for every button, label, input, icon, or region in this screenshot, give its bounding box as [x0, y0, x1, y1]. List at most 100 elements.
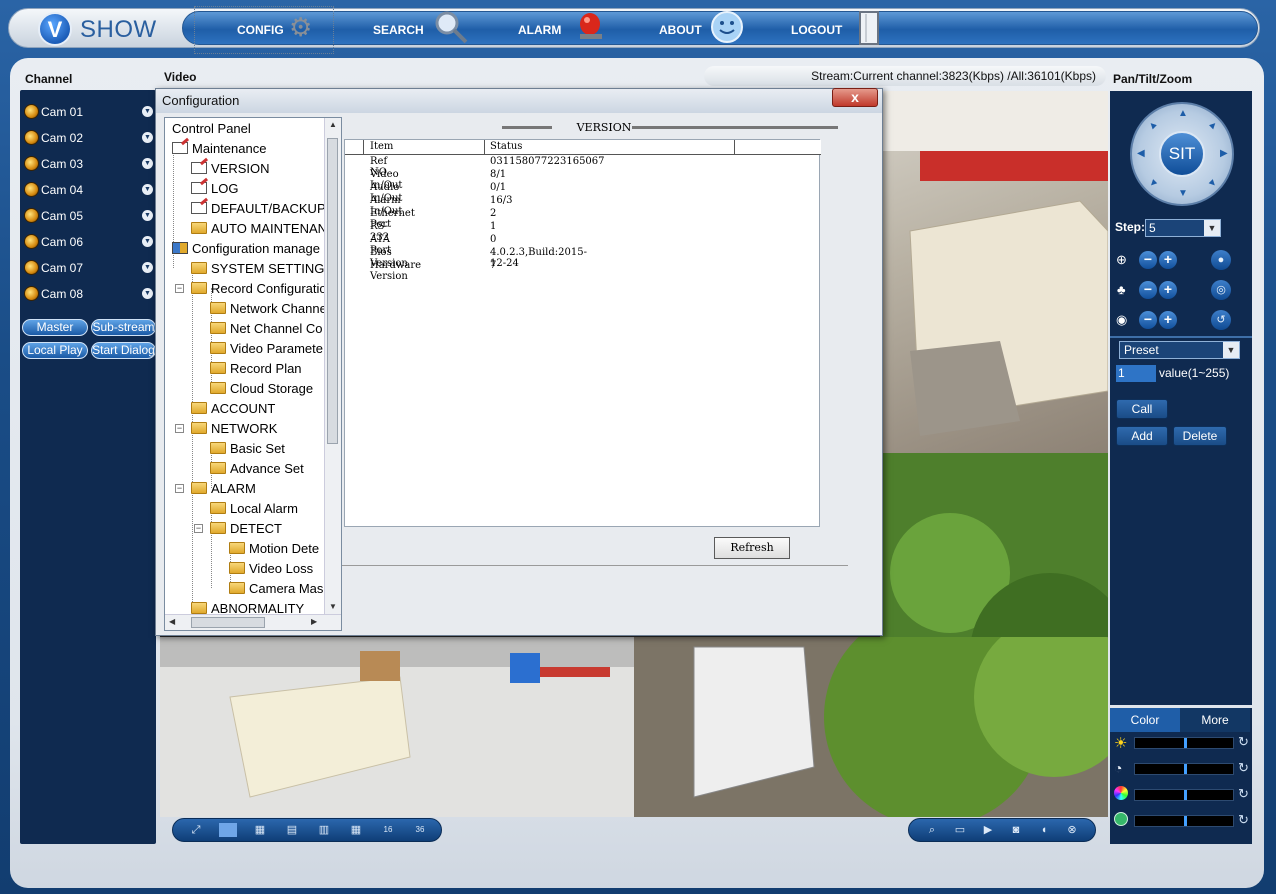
tree-item[interactable]: LOG	[191, 179, 238, 199]
collapse-icon[interactable]: −	[175, 284, 184, 293]
column-item[interactable]: Item	[370, 141, 393, 152]
arrow-left-icon[interactable]: ◀	[1137, 148, 1145, 159]
ptz-direction-pad[interactable]: ▲ ▼ ◀ ▶ ▲ ▲ ▼ ▼ SIT	[1130, 102, 1234, 206]
close-all-icon[interactable]: ⊗	[1063, 823, 1081, 837]
tree-item[interactable]: Record Configuratio	[191, 279, 327, 299]
chevron-down-icon[interactable]: ▼	[142, 236, 153, 247]
camera-item[interactable]: Cam 04 ▼	[22, 180, 154, 200]
arrow-up-left-icon[interactable]: ▲	[1146, 118, 1161, 133]
gears-icon[interactable]: ⚙	[289, 12, 312, 42]
nav-alarm[interactable]: ALARM	[518, 23, 561, 37]
saturation-slider[interactable]	[1134, 789, 1234, 801]
arrow-up-right-icon[interactable]: ▲	[1206, 118, 1221, 133]
camera-item[interactable]: Cam 05 ▼	[22, 206, 154, 226]
tree-item[interactable]: Video Loss	[229, 559, 313, 579]
layout-36-icon[interactable]: 36	[411, 823, 429, 837]
tree-item[interactable]: DETECT	[210, 519, 282, 539]
scroll-thumb[interactable]	[191, 617, 265, 628]
tree-item[interactable]: Net Channel Co	[210, 319, 323, 339]
tree-item[interactable]: Camera Mas	[229, 579, 323, 599]
chevron-down-icon[interactable]: ▼	[1204, 220, 1220, 236]
tree-item[interactable]: NETWORK	[191, 419, 277, 439]
tree-vertical-scrollbar[interactable]: ▲ ▼	[324, 118, 341, 614]
camera-item[interactable]: Cam 07 ▼	[22, 258, 154, 278]
tree-item[interactable]: Cloud Storage	[210, 379, 313, 399]
chevron-down-icon[interactable]: ▼	[1223, 342, 1239, 358]
arrow-down-icon[interactable]: ▼	[1178, 188, 1188, 199]
refresh-button[interactable]: Refresh	[714, 537, 790, 559]
layout-6-icon[interactable]: ▤	[283, 823, 301, 837]
layout-9-icon[interactable]: ▦	[347, 823, 365, 837]
tree-item[interactable]: Maintenance	[172, 139, 266, 159]
door-icon[interactable]	[856, 10, 884, 52]
scroll-left-icon[interactable]: ◀	[169, 617, 175, 626]
tree-item[interactable]: Record Plan	[210, 359, 302, 379]
tree-item[interactable]: Video Paramete	[210, 339, 323, 359]
column-status[interactable]: Status	[490, 141, 522, 152]
arrow-right-icon[interactable]: ▶	[1220, 148, 1228, 159]
start-dialog-button[interactable]: Start Dialog	[91, 342, 156, 359]
preset-delete-button[interactable]: Delete	[1173, 426, 1227, 446]
scroll-right-icon[interactable]: ▶	[311, 617, 317, 626]
zoom-view-icon[interactable]: ⌕	[923, 823, 941, 837]
preset-add-button[interactable]: Add	[1116, 426, 1168, 446]
brightness-slider[interactable]	[1134, 737, 1234, 749]
local-play-button[interactable]: Local Play	[22, 342, 88, 359]
preset-value-input[interactable]: 1	[1116, 365, 1156, 382]
window-icon[interactable]: ▭	[951, 823, 969, 837]
hue-slider[interactable]	[1134, 815, 1234, 827]
close-button[interactable]: x	[832, 88, 878, 107]
tab-color[interactable]: Color	[1110, 708, 1180, 732]
rotate-icon[interactable]: ↺	[1211, 310, 1231, 330]
chevron-down-icon[interactable]: ▼	[142, 262, 153, 273]
tree-horizontal-scrollbar[interactable]: ◀ ▶	[165, 614, 341, 630]
tree-item[interactable]: AUTO MAINTENAN	[191, 219, 327, 239]
camera-item[interactable]: Cam 02 ▼	[22, 128, 154, 148]
tree-item[interactable]: Local Alarm	[210, 499, 298, 519]
camera-item[interactable]: Cam 03 ▼	[22, 154, 154, 174]
contrast-slider[interactable]	[1134, 763, 1234, 775]
step-select[interactable]: 5 ▼	[1145, 219, 1221, 237]
audio-icon[interactable]: ◖	[1035, 823, 1053, 837]
sub-stream-button[interactable]: Sub-stream	[91, 319, 156, 336]
collapse-icon[interactable]: −	[175, 484, 184, 493]
collapse-icon[interactable]: −	[175, 424, 184, 433]
focus-minus-button[interactable]: −	[1139, 281, 1157, 299]
preset-call-button[interactable]: Call	[1116, 399, 1168, 419]
slider-thumb[interactable]	[1184, 764, 1187, 774]
layout-4-icon[interactable]: ▦	[251, 823, 269, 837]
reset-icon[interactable]: ↻	[1238, 786, 1249, 802]
collapse-icon[interactable]: −	[194, 524, 203, 533]
chevron-down-icon[interactable]: ▼	[142, 132, 153, 143]
tree-item[interactable]: ACCOUNT	[191, 399, 275, 419]
chevron-down-icon[interactable]: ▼	[142, 158, 153, 169]
tree-item[interactable]: VERSION	[191, 159, 270, 179]
reset-icon[interactable]: ↻	[1238, 734, 1249, 750]
chevron-down-icon[interactable]: ▼	[142, 106, 153, 117]
slider-thumb[interactable]	[1184, 790, 1187, 800]
tree-item[interactable]: ALARM	[191, 479, 256, 499]
iris-plus-button[interactable]: +	[1159, 311, 1177, 329]
focus-plus-button[interactable]: +	[1159, 281, 1177, 299]
fullscreen-icon[interactable]: ⤢	[187, 823, 205, 837]
arrow-down-left-icon[interactable]: ▼	[1146, 176, 1161, 191]
camera-item[interactable]: Cam 06 ▼	[22, 232, 154, 252]
slider-thumb[interactable]	[1184, 738, 1187, 748]
chevron-down-icon[interactable]: ▼	[142, 210, 153, 221]
camera-item[interactable]: Cam 08 ▼	[22, 284, 154, 304]
layout-16-icon[interactable]: 16	[379, 823, 397, 837]
snapshot-icon[interactable]: ◙	[1007, 823, 1025, 837]
scroll-down-icon[interactable]: ▼	[329, 602, 337, 611]
nav-config[interactable]: CONFIG	[237, 23, 284, 37]
light-icon[interactable]: ●	[1211, 250, 1231, 270]
wiper-icon[interactable]: ◎	[1211, 280, 1231, 300]
video-tile[interactable]	[634, 637, 1108, 817]
tree-item[interactable]: DEFAULT/BACKUP	[191, 199, 326, 219]
zoom-in-button[interactable]: +	[1159, 251, 1177, 269]
siren-icon[interactable]	[576, 10, 608, 48]
video-tile[interactable]	[160, 637, 634, 817]
tree-item[interactable]: Basic Set	[210, 439, 285, 459]
iris-minus-button[interactable]: −	[1139, 311, 1157, 329]
layout-8-icon[interactable]: ▥	[315, 823, 333, 837]
slider-thumb[interactable]	[1184, 816, 1187, 826]
